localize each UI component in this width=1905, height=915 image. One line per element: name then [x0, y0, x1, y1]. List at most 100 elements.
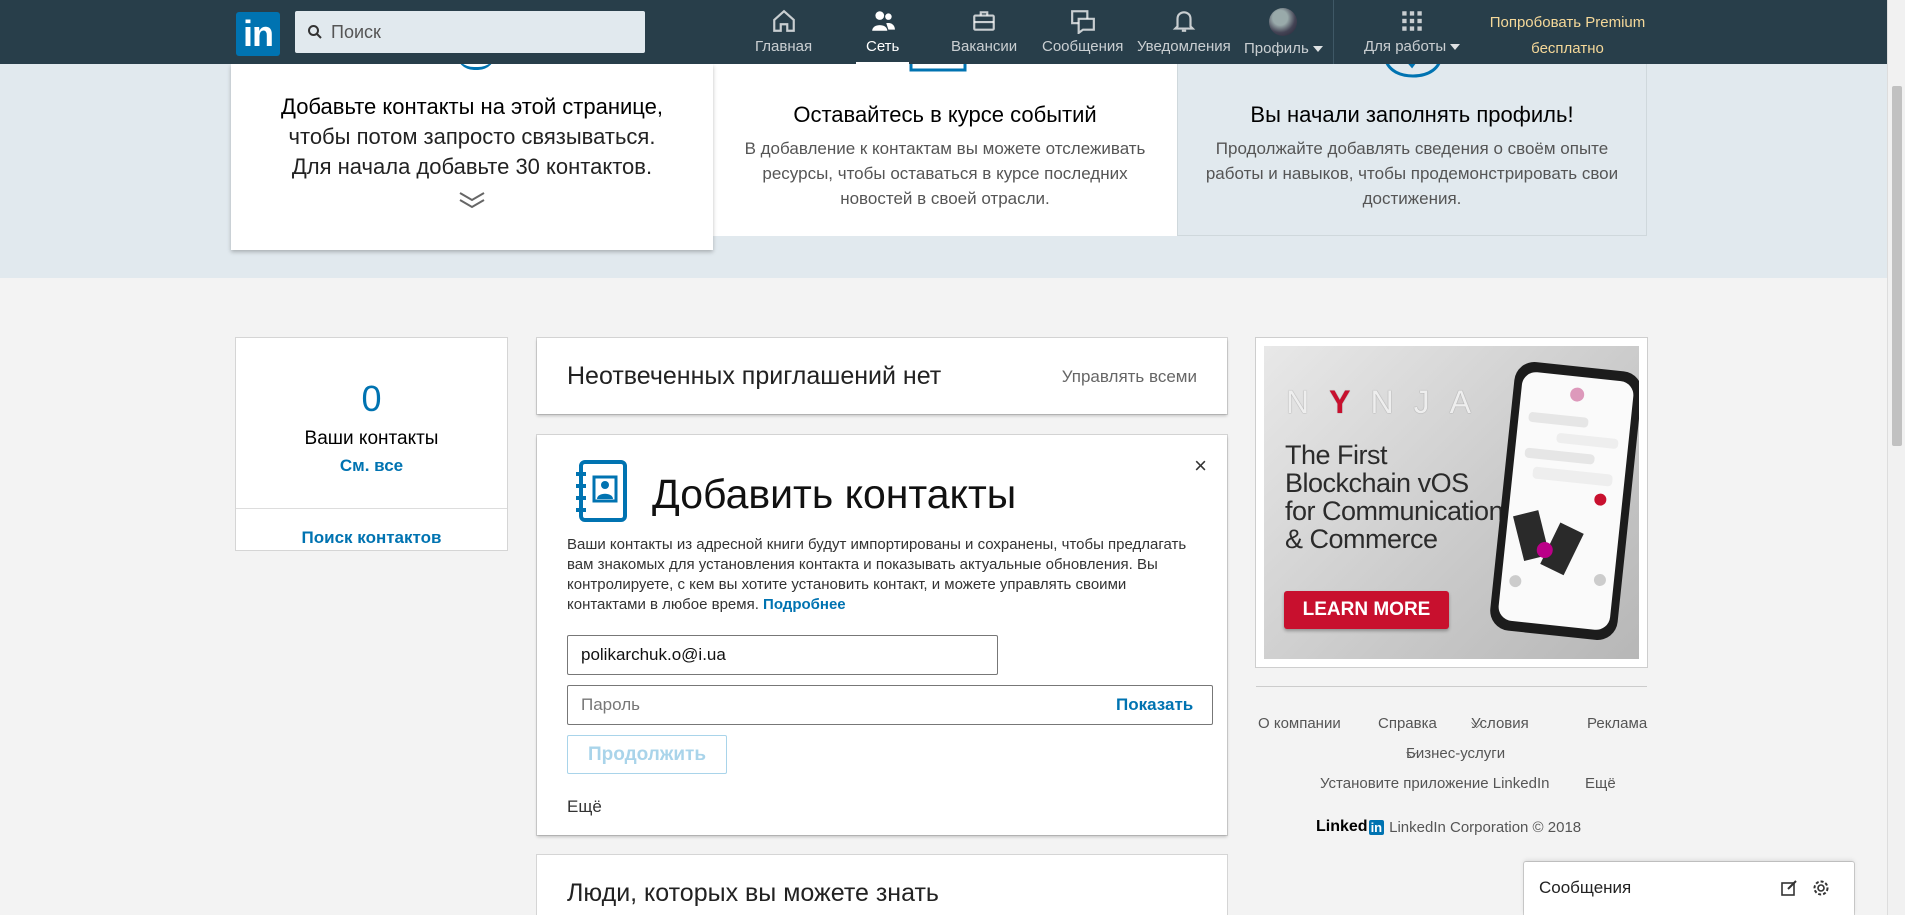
linkedin-wordmark: Linked	[1316, 818, 1368, 835]
invitations-title: Неотвеченных приглашений нет	[567, 362, 942, 390]
ad-image[interactable]: NYNJA The First Blockchain vOS for Commu…	[1264, 346, 1639, 659]
add-contacts-desc-text: Ваши контакты из адресной книги будут им…	[567, 536, 1187, 613]
banner-card2-title: Оставайтесь в курсе событий	[793, 102, 1097, 127]
nav-business-label-wrap: Для работы	[1364, 38, 1461, 55]
gear-icon[interactable]	[1812, 879, 1830, 897]
caret-down-icon	[1450, 44, 1461, 51]
continue-button[interactable]: Продолжить	[567, 735, 727, 774]
nav-notifications[interactable]: Уведомления	[1137, 8, 1231, 64]
nav-profile-label-wrap: Профиль	[1244, 40, 1323, 57]
footer-business-label: Бизнес-услуги	[1406, 745, 1506, 762]
messaging-title[interactable]: Сообщения	[1539, 878, 1631, 898]
nav-profile-label: Профиль	[1244, 40, 1309, 57]
network-icon	[871, 11, 895, 31]
briefcase-icon	[973, 11, 995, 31]
footer-copyright: Linked in LinkedIn Corporation © 2018	[1316, 818, 1581, 836]
bell-icon	[1172, 11, 1196, 32]
nav-divider	[1333, 0, 1334, 64]
manage-all-link[interactable]: Управлять всеми	[1062, 367, 1197, 387]
find-contacts-link[interactable]: Поиск контактов	[236, 528, 507, 548]
linkedin-logo[interactable]: in	[236, 12, 280, 56]
contacts-count[interactable]: 0	[236, 378, 507, 420]
try-premium-link[interactable]: Попробовать Premium бесплатно	[1480, 10, 1655, 62]
premium-line-2: бесплатно	[1531, 40, 1604, 57]
see-all-link[interactable]: См. все	[236, 456, 507, 476]
nav-home-label: Главная	[755, 38, 813, 55]
email-field[interactable]	[567, 635, 998, 675]
learn-more-link[interactable]: Подробнее	[763, 596, 846, 613]
footer-help-link[interactable]: Справка	[1378, 715, 1437, 732]
messaging-icon	[1070, 10, 1095, 34]
ad-line-2: Blockchain vOS	[1285, 468, 1469, 498]
search-box[interactable]	[295, 11, 645, 53]
copyright-text: LinkedIn Corporation © 2018	[1389, 818, 1582, 836]
search-input[interactable]	[331, 21, 631, 43]
your-contacts-card: 0 Ваши контакты См. все Поиск контактов	[236, 338, 507, 550]
ad-line-1: The First	[1285, 440, 1388, 470]
banner-card-profile-progress: Вы начали заполнять профиль! Продолжайте…	[1177, 54, 1647, 236]
invitations-card: Неотвеченных приглашений нет Управлять в…	[537, 338, 1227, 414]
double-chevron-down-icon[interactable]	[231, 190, 713, 215]
footer-about-link[interactable]: О компании	[1258, 715, 1341, 732]
nav-network-label: Сеть	[866, 38, 900, 55]
ad-brand-y: Y	[1329, 384, 1371, 420]
home-icon	[772, 9, 795, 32]
banner-card3-text: Продолжайте добавлять сведения о своём о…	[1205, 139, 1619, 208]
phone-illustration	[1488, 360, 1639, 642]
footer-ads-link[interactable]: Реклама	[1587, 715, 1647, 732]
chat-screen-illustration	[1509, 387, 1619, 588]
footer-app-link[interactable]: Установите приложение LinkedIn	[1320, 775, 1549, 792]
nav-business-label: Для работы	[1364, 38, 1447, 55]
avatar	[1269, 8, 1298, 36]
chevron-down-icon: ⌵	[1471, 715, 1483, 732]
pymk-title: Люди, которых вы можете знать	[567, 879, 939, 907]
ad-headline: The First Blockchain vOS for Communicati…	[1285, 440, 1504, 554]
address-book-icon	[576, 460, 627, 522]
nav-messaging-label: Сообщения	[1042, 38, 1124, 55]
ad-learn-more-button[interactable]: LEARN MORE	[1284, 591, 1449, 629]
nav-jobs[interactable]: Вакансии	[951, 8, 1017, 64]
page-scrollbar[interactable]	[1887, 0, 1905, 915]
footer-more-link[interactable]: Ещё	[1585, 775, 1616, 792]
contacts-label: Ваши контакты	[304, 428, 439, 449]
search-icon	[308, 25, 322, 39]
nav-jobs-label: Вакансии	[951, 38, 1018, 55]
linkedin-wordmark-box: in	[1368, 819, 1385, 835]
grid-icon	[1402, 11, 1422, 31]
nav-messaging[interactable]: Сообщения	[1042, 8, 1123, 64]
premium-line-1: Попробовать Premium	[1489, 14, 1646, 31]
ad-line-4: & Commerce	[1285, 524, 1438, 554]
messaging-overlay[interactable]: Сообщения	[1524, 862, 1854, 915]
add-contacts-title: Добавить контакты	[652, 471, 1017, 517]
chevron-down-icon: ⌵	[1406, 745, 1418, 762]
more-options-link[interactable]: Ещё	[567, 797, 602, 817]
nav-notifications-label: Уведомления	[1137, 38, 1231, 55]
phone-screen	[1497, 370, 1635, 632]
divider	[1256, 686, 1647, 687]
ad-line-3: for Communication	[1285, 496, 1504, 526]
top-navigation-bar: in Главная Сеть Вакансии Сообщения Уведо…	[0, 0, 1887, 64]
banner-card-stay-informed: Оставайтесь в курсе событий В добавление…	[713, 54, 1177, 236]
advertisement-card[interactable]: NYNJA The First Blockchain vOS for Commu…	[1256, 338, 1647, 667]
nav-for-business[interactable]: Для работы	[1364, 8, 1461, 64]
nav-home[interactable]: Главная	[755, 8, 812, 64]
add-contacts-description: Ваши контакты из адресной книги будут им…	[567, 535, 1207, 615]
banner-card1-line2: чтобы потом запросто связываться.	[288, 124, 656, 149]
nav-network[interactable]: Сеть	[855, 8, 910, 64]
close-icon[interactable]: ×	[1194, 453, 1207, 479]
caret-down-icon	[1312, 46, 1323, 53]
nav-profile[interactable]: Профиль	[1244, 8, 1323, 64]
banner-card3-title: Вы начали заполнять профиль!	[1250, 102, 1574, 127]
show-password-button[interactable]: Показать	[1116, 695, 1193, 715]
compose-icon[interactable]	[1780, 879, 1798, 897]
scrollbar-thumb[interactable]	[1892, 86, 1902, 446]
banner-card1-line3: Для начала добавьте 30 контактов.	[291, 154, 653, 179]
banner-card2-text: В добавление к контактам вы можете отсле…	[744, 139, 1146, 208]
add-contacts-card: × Добавить контакты Ваши контакты из адр…	[537, 435, 1227, 835]
banner-card1-title: Добавьте контакты на этой странице,	[281, 94, 663, 119]
ad-brand-n: N	[1286, 384, 1330, 420]
ad-brand-logo: NYNJA	[1286, 384, 1491, 421]
divider	[236, 508, 507, 509]
banner-card-add-contacts: Добавьте контакты на этой странице, чтоб…	[231, 64, 713, 250]
people-you-may-know-card: Люди, которых вы можете знать	[537, 855, 1227, 915]
